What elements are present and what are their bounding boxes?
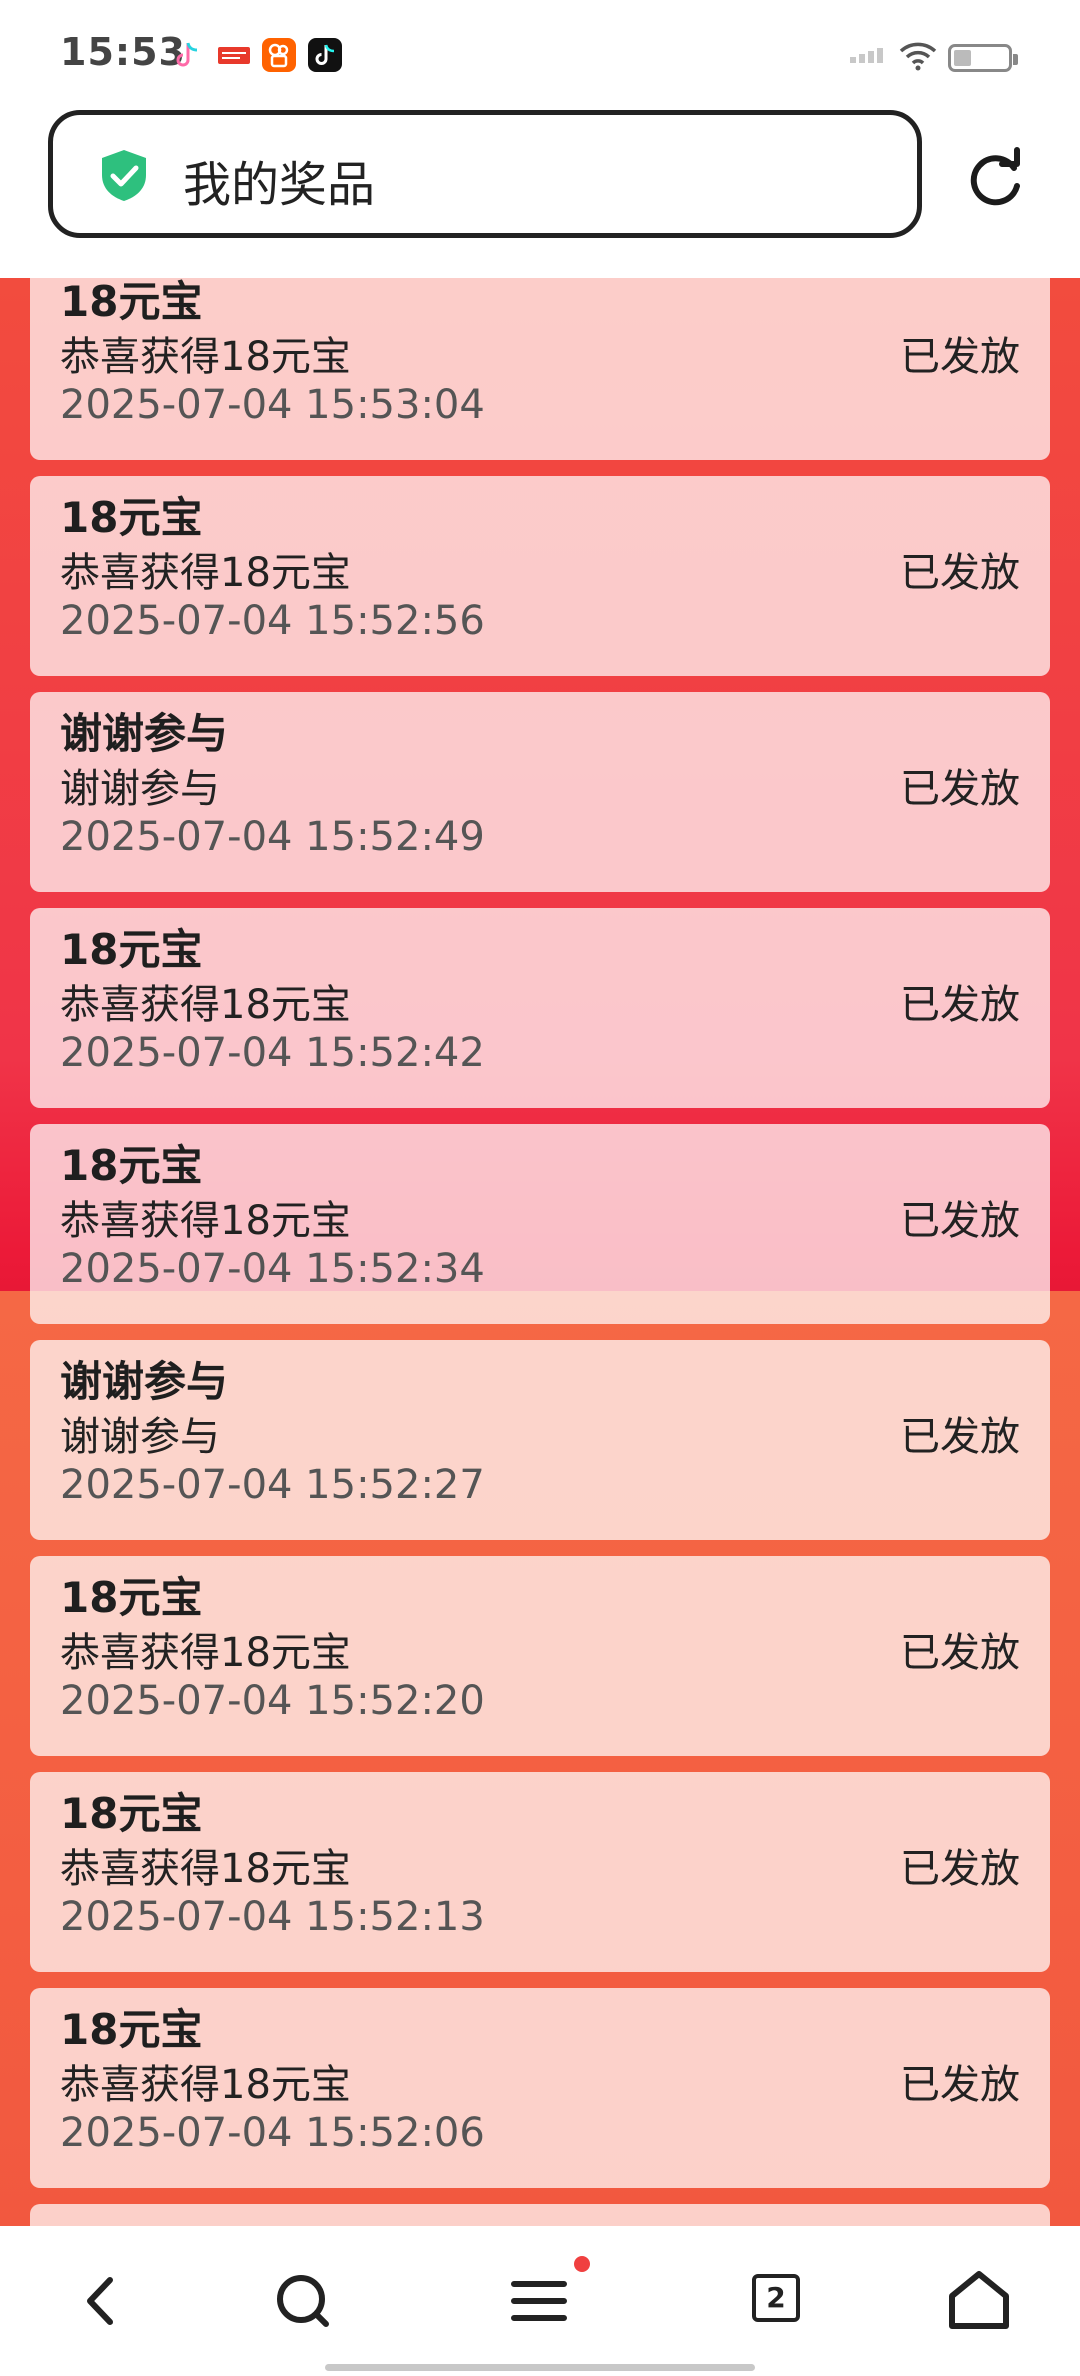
- prize-status: 已发放: [900, 1414, 1020, 1460]
- prize-status: 已发放: [900, 982, 1020, 1028]
- prize-desc: 谢谢参与: [60, 1414, 220, 1460]
- prize-name: 18元宝: [60, 1789, 203, 1838]
- address-bar: 我的奖品: [0, 110, 1080, 278]
- gesture-bar[interactable]: [325, 2364, 755, 2371]
- prize-desc: 恭喜获得18元宝: [60, 334, 351, 380]
- prize-status: 已发放: [900, 334, 1020, 380]
- home-icon[interactable]: [944, 2266, 1014, 2336]
- prize-time: 2025-07-04 15:52:42: [60, 1030, 485, 1076]
- prize-name: 谢谢参与: [60, 1357, 229, 1406]
- prize-desc: 恭喜获得18元宝: [60, 1198, 351, 1244]
- tabs-button[interactable]: 2: [752, 2274, 800, 2322]
- prize-card[interactable]: 18元宝 恭喜获得18元宝 2025-07-04 15:52:34 已发放: [30, 1124, 1050, 1324]
- wifi-icon: [898, 40, 938, 72]
- prize-desc: 谢谢参与: [60, 766, 220, 812]
- battery-icon: 4: [948, 44, 1018, 72]
- prize-desc: 恭喜获得18元宝: [60, 1630, 351, 1676]
- toutiao-icon: [216, 38, 252, 72]
- prize-card[interactable]: 18元宝 恭喜获得18元宝 2025-07-04 15:52:20 已发放: [30, 1556, 1050, 1756]
- prize-name: 18元宝: [60, 493, 203, 542]
- prize-time: 2025-07-04 15:52:49: [60, 814, 485, 860]
- prize-time: 2025-07-04 15:52:13: [60, 1894, 485, 1940]
- prize-time: 2025-07-04 15:52:27: [60, 1462, 485, 1508]
- back-icon[interactable]: [66, 2266, 136, 2336]
- menu-icon[interactable]: [504, 2266, 574, 2336]
- prize-time: 2025-07-04 15:52:34: [60, 1246, 485, 1292]
- prize-time: 2025-07-04 15:53:04: [60, 382, 485, 428]
- prize-time: 2025-07-04 15:52:06: [60, 2110, 485, 2156]
- prize-card[interactable]: 18元宝 恭喜获得18元宝 2025-07-04 15:52:06 已发放: [30, 1988, 1050, 2188]
- prize-status: 已发放: [900, 766, 1020, 812]
- signal-icon: [850, 44, 886, 63]
- prize-name: 18元宝: [60, 925, 203, 974]
- title-box[interactable]: 我的奖品: [48, 110, 922, 238]
- prize-status: 已发放: [900, 1846, 1020, 1892]
- douyin-lite-icon: [170, 38, 204, 72]
- prize-desc: 恭喜获得18元宝: [60, 550, 351, 596]
- prize-desc: 恭喜获得18元宝: [60, 2062, 351, 2108]
- kuaishou-icon: [262, 38, 296, 72]
- prize-status: 已发放: [900, 550, 1020, 596]
- search-icon[interactable]: [268, 2266, 338, 2336]
- prize-time: 2025-07-04 15:52:56: [60, 598, 485, 644]
- prize-name: 18元宝: [60, 1573, 203, 1622]
- status-bar: 15:53 4: [0, 0, 1080, 110]
- prize-name: 18元宝: [60, 278, 203, 326]
- prize-card-partial[interactable]: [30, 2204, 1050, 2226]
- prize-status: 已发放: [900, 2062, 1020, 2108]
- prize-list[interactable]: 18元宝 恭喜获得18元宝 2025-07-04 15:53:04 已发放 18…: [0, 278, 1080, 2226]
- shield-check-icon: [97, 147, 151, 203]
- prize-status: 已发放: [900, 1630, 1020, 1676]
- prize-card[interactable]: 18元宝 恭喜获得18元宝 2025-07-04 15:52:42 已发放: [30, 908, 1050, 1108]
- prize-card[interactable]: 谢谢参与 谢谢参与 2025-07-04 15:52:49 已发放: [30, 692, 1050, 892]
- notification-dot: [574, 2256, 590, 2272]
- prize-name: 18元宝: [60, 1141, 203, 1190]
- prize-desc: 恭喜获得18元宝: [60, 982, 351, 1028]
- battery-level: 4: [971, 44, 985, 68]
- prize-name: 谢谢参与: [60, 709, 229, 758]
- prize-card[interactable]: 18元宝 恭喜获得18元宝 2025-07-04 15:52:56 已发放: [30, 476, 1050, 676]
- prize-card[interactable]: 18元宝 恭喜获得18元宝 2025-07-04 15:53:04 已发放: [30, 278, 1050, 460]
- prize-status: 已发放: [900, 1198, 1020, 1244]
- status-time: 15:53: [60, 30, 186, 74]
- refresh-icon[interactable]: [962, 146, 1028, 212]
- douyin-icon: [308, 38, 342, 72]
- prize-desc: 恭喜获得18元宝: [60, 1846, 351, 1892]
- page-title: 我的奖品: [183, 157, 376, 213]
- prize-name: 18元宝: [60, 2005, 203, 2054]
- prize-card[interactable]: 谢谢参与 谢谢参与 2025-07-04 15:52:27 已发放: [30, 1340, 1050, 1540]
- prize-time: 2025-07-04 15:52:20: [60, 1678, 485, 1724]
- prize-card[interactable]: 18元宝 恭喜获得18元宝 2025-07-04 15:52:13 已发放: [30, 1772, 1050, 1972]
- bottom-nav: 2: [0, 2226, 1080, 2376]
